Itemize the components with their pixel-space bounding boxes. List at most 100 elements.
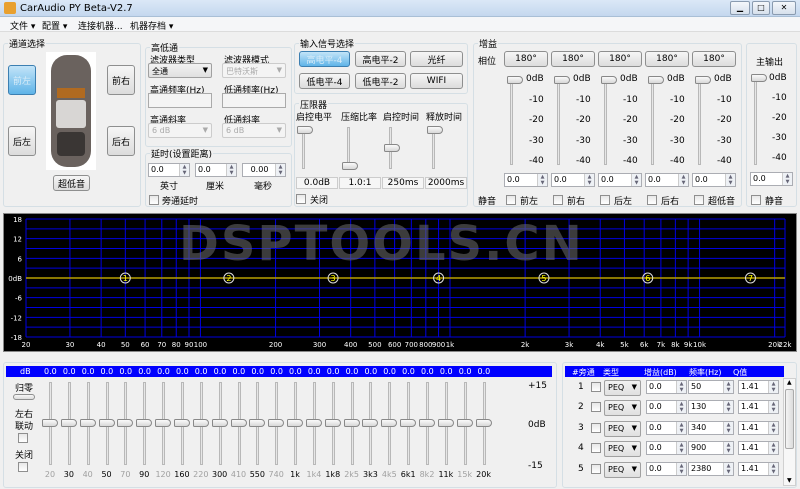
eq-response-chart[interactable]: 20 30 40 50 60 70 80 90 100 200 300 400 500 600 700 800…: [3, 213, 797, 352]
input-button-3[interactable]: 光纤: [410, 51, 463, 67]
peq-type-select[interactable]: PEQ ▼: [604, 461, 641, 478]
input-button-1[interactable]: 高电平-4: [299, 51, 350, 67]
peq-bypass-checkbox[interactable]: [591, 402, 601, 413]
bypass-delay-checkbox[interactable]: [149, 195, 159, 205]
delay-ms-input[interactable]: 0.00 ▲ ▼: [242, 163, 286, 177]
geq-slider-thumb-16[interactable]: [324, 419, 341, 427]
spin-arrows-icon[interactable]: ▲ ▼: [676, 381, 686, 393]
peq-gain-input[interactable]: 0.0 ▲ ▼: [646, 420, 687, 435]
peq-freq-input[interactable]: 2380 ▲ ▼: [688, 461, 734, 476]
peq-type-select[interactable]: PEQ ▼: [604, 380, 641, 396]
peq-gain-input[interactable]: 0.0 ▲ ▼: [646, 441, 687, 456]
peq-q-input[interactable]: 1.41 ▲ ▼: [738, 380, 779, 394]
input-button-5[interactable]: 低电平-2: [355, 73, 406, 89]
geq-slider-thumb-9[interactable]: [192, 419, 209, 427]
spin-arrows-icon[interactable]: ▲ ▼: [768, 462, 778, 475]
spin-arrows-icon[interactable]: ▲ ▼: [676, 401, 686, 414]
spin-arrows-icon[interactable]: ▲ ▼: [723, 401, 733, 414]
spin-arrows-icon[interactable]: ▲ ▼: [768, 442, 778, 455]
geq-slider-thumb-22[interactable]: [437, 419, 454, 427]
phase-button-3[interactable]: 180°: [598, 51, 642, 67]
spin-arrows-icon[interactable]: ▲ ▼: [537, 174, 547, 186]
input-button-6[interactable]: WIFI: [410, 73, 463, 89]
spin-arrows-icon[interactable]: ▲ ▼: [782, 173, 792, 185]
spin-arrows-icon[interactable]: ▲ ▼: [676, 442, 686, 455]
maximize-button[interactable]: □: [752, 1, 770, 15]
geq-slider-thumb-18[interactable]: [362, 419, 379, 427]
peq-bypass-checkbox[interactable]: [591, 443, 601, 454]
geq-slider-thumb-11[interactable]: [230, 419, 247, 427]
phase-button-1[interactable]: 180°: [504, 51, 548, 67]
spin-arrows-icon[interactable]: ▲ ▼: [226, 164, 236, 176]
front-right-button[interactable]: 前右: [107, 65, 135, 95]
peq-q-input[interactable]: 1.41 ▲ ▼: [738, 461, 779, 476]
master-slider-thumb[interactable]: [751, 74, 767, 82]
spin-arrows-icon[interactable]: ▲ ▼: [584, 174, 594, 186]
geq-slider-thumb-8[interactable]: [173, 419, 190, 427]
gain-value-input-4[interactable]: 0.0 ▲ ▼: [645, 173, 689, 187]
geq-slider-thumb-15[interactable]: [305, 419, 322, 427]
master-mute-checkbox[interactable]: [751, 195, 761, 205]
input-button-2[interactable]: 高电平-2: [355, 51, 406, 67]
peq-gain-input[interactable]: 0.0 ▲ ▼: [646, 380, 687, 394]
hp-freq-input[interactable]: [148, 93, 212, 108]
limiter-slider-thumb-1[interactable]: [297, 126, 313, 134]
gain-slider-thumb-4[interactable]: [648, 76, 664, 84]
mute-checkbox-2[interactable]: [553, 195, 563, 205]
geq-slider-thumb-21[interactable]: [419, 419, 435, 427]
spin-arrows-icon[interactable]: ▲ ▼: [725, 174, 735, 186]
spin-arrows-icon[interactable]: ▲ ▼: [723, 442, 733, 455]
peq-gain-input[interactable]: 0.0 ▲ ▼: [646, 400, 687, 415]
peq-type-select[interactable]: PEQ ▼: [604, 441, 641, 458]
geq-slider-thumb-17[interactable]: [343, 419, 360, 427]
rear-left-button[interactable]: 后左: [8, 126, 36, 156]
spin-arrows-icon[interactable]: ▲ ▼: [275, 164, 285, 176]
peq-bypass-checkbox[interactable]: [591, 463, 601, 474]
menu-connect[interactable]: 连接机器...: [74, 18, 127, 33]
menu-config[interactable]: 配置 ▾: [38, 18, 71, 33]
limiter-slider-thumb-2[interactable]: [342, 162, 358, 170]
mute-checkbox-3[interactable]: [600, 195, 610, 205]
limiter-slider-thumb-4[interactable]: [427, 126, 443, 134]
gain-value-input-1[interactable]: 0.0 ▲ ▼: [504, 173, 548, 187]
spin-arrows-icon[interactable]: ▲ ▼: [676, 421, 686, 434]
link-checkbox[interactable]: [18, 433, 28, 443]
geq-slider-thumb-10[interactable]: [211, 419, 228, 427]
geq-slider-thumb-19[interactable]: [381, 419, 398, 427]
gain-slider-thumb-1[interactable]: [507, 76, 523, 84]
input-button-4[interactable]: 低电平-4: [299, 73, 350, 89]
gain-slider-thumb-5[interactable]: [695, 76, 711, 84]
phase-button-2[interactable]: 180°: [551, 51, 595, 67]
mute-checkbox-4[interactable]: [647, 195, 657, 205]
delay-inch-input[interactable]: 0.0 ▲ ▼: [148, 163, 190, 177]
spin-arrows-icon[interactable]: ▲ ▼: [723, 462, 733, 475]
peq-q-input[interactable]: 1.41 ▲ ▼: [738, 420, 779, 435]
geq-slider-thumb-3[interactable]: [79, 419, 96, 427]
scroll-thumb[interactable]: [785, 389, 794, 449]
gain-slider-thumb-2[interactable]: [554, 76, 570, 84]
lp-slope-select[interactable]: 6 dB ▼: [222, 123, 286, 138]
hp-slope-select[interactable]: 6 dB ▼: [148, 123, 212, 138]
spin-arrows-icon[interactable]: ▲ ▼: [768, 381, 778, 393]
mute-checkbox-1[interactable]: [506, 195, 516, 205]
geq-slider-thumb-13[interactable]: [268, 419, 285, 427]
peq-bypass-checkbox[interactable]: [591, 422, 601, 433]
geq-slider-thumb-7[interactable]: [155, 419, 172, 427]
phase-button-5[interactable]: 180°: [692, 51, 736, 67]
scroll-down-icon[interactable]: ▼: [787, 477, 792, 484]
peq-bypass-checkbox[interactable]: [591, 382, 601, 392]
spin-arrows-icon[interactable]: ▲ ▼: [179, 164, 189, 176]
peq-scrollbar[interactable]: ▲ ▼: [783, 378, 796, 486]
geq-slider-thumb-23[interactable]: [456, 419, 473, 427]
spin-arrows-icon[interactable]: ▲ ▼: [768, 421, 778, 434]
peq-q-input[interactable]: 1.41 ▲ ▼: [738, 441, 779, 456]
geq-off-checkbox[interactable]: [18, 462, 28, 472]
peq-type-select[interactable]: PEQ ▼: [604, 420, 641, 437]
spin-arrows-icon[interactable]: ▲ ▼: [631, 174, 641, 186]
mute-checkbox-5[interactable]: [694, 195, 704, 205]
reset-button[interactable]: [13, 394, 35, 400]
geq-slider-thumb-6[interactable]: [136, 419, 153, 427]
spin-arrows-icon[interactable]: ▲ ▼: [676, 462, 686, 475]
geq-slider-thumb-2[interactable]: [60, 419, 77, 427]
geq-slider-thumb-5[interactable]: [117, 419, 134, 427]
